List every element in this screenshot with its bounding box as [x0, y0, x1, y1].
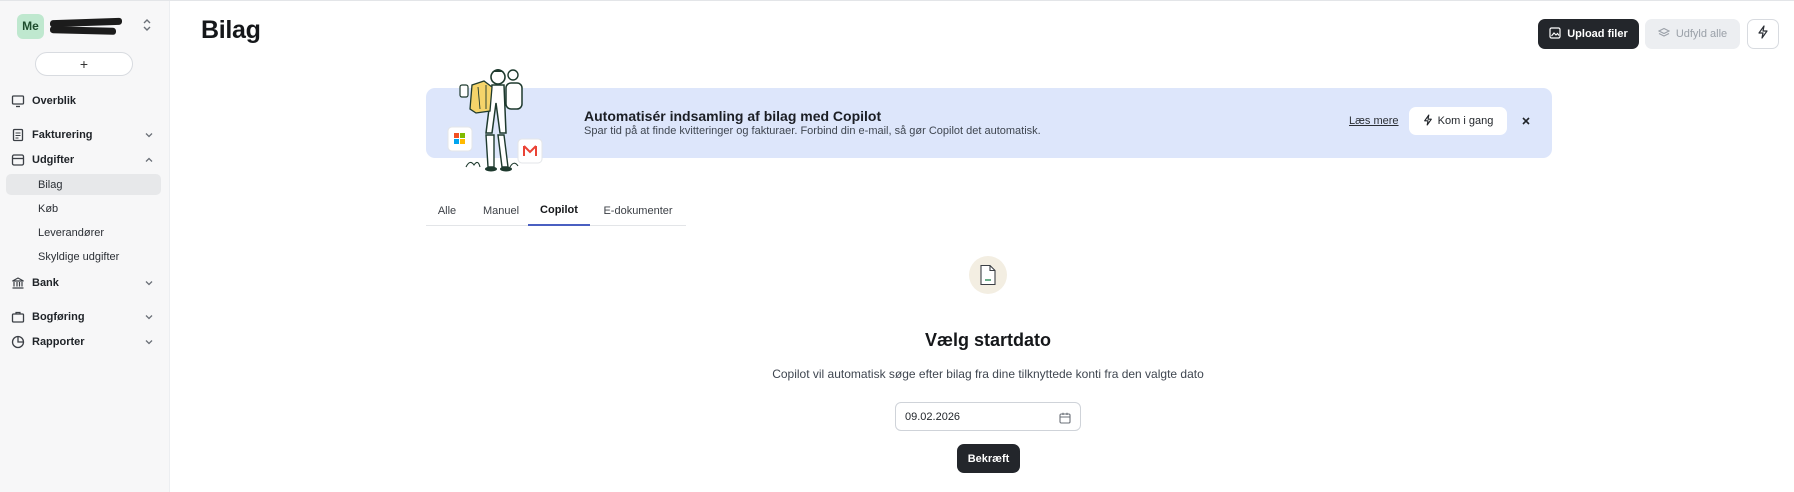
learn-more-link[interactable]: Læs mere: [1349, 115, 1399, 127]
confirm-button[interactable]: Bekræft: [957, 444, 1020, 473]
start-date-input[interactable]: [905, 409, 1055, 425]
fill-all-label: Udfyld alle: [1675, 28, 1728, 40]
briefcase-icon: [11, 310, 25, 324]
empty-state-subtitle: Copilot vil automatisk søge efter bilag …: [772, 367, 1204, 381]
nav-item-bogforing[interactable]: Bogføring: [0, 306, 170, 328]
nav-item-fakturering[interactable]: Fakturering: [0, 124, 170, 146]
tabs: Alle Manuel Copilot E-dokumenter: [426, 196, 686, 226]
tab-alle[interactable]: Alle: [426, 196, 468, 226]
nav-item-label: Fakturering: [32, 129, 93, 141]
sidebar: Me + Overblik Fakturering Udgifter Bilag…: [0, 1, 170, 492]
copilot-banner: Automatisér indsamling af bilag med Copi…: [426, 88, 1552, 158]
layers-icon: [1657, 27, 1671, 42]
image-upload-icon: [1549, 26, 1561, 42]
fill-all-button[interactable]: Udfyld alle: [1645, 19, 1740, 49]
copilot-illustration: [446, 63, 566, 178]
document-icon: [969, 256, 1007, 294]
bolt-icon: [1423, 113, 1433, 129]
nav-item-overblik[interactable]: Overblik: [0, 90, 170, 112]
monitor-icon: [11, 94, 25, 108]
sidebar-item-bilag[interactable]: Bilag: [6, 174, 161, 195]
nav-item-bank[interactable]: Bank: [0, 272, 170, 294]
banner-title: Automatisér indsamling af bilag med Copi…: [584, 108, 882, 124]
sidebar-item-kob[interactable]: Køb: [6, 198, 161, 219]
nav-item-udgifter[interactable]: Udgifter: [0, 149, 170, 171]
nav-item-label: Overblik: [32, 95, 77, 107]
chevron-up-icon: [144, 155, 154, 165]
chevron-down-icon: [144, 312, 154, 322]
bolt-icon: [1757, 24, 1769, 44]
chevron-updown-icon: [140, 18, 154, 34]
nav-item-label: Bogføring: [32, 311, 85, 323]
upload-files-button[interactable]: Upload filer: [1538, 19, 1639, 49]
banner-subtitle: Spar tid på at finde kvitteringer og fak…: [584, 125, 1041, 137]
sidebar-item-label: Køb: [38, 202, 59, 215]
sidebar-item-skyldige-udgifter[interactable]: Skyldige udgifter: [6, 246, 161, 267]
receipt-icon: [11, 153, 25, 167]
org-switcher[interactable]: Me: [17, 13, 154, 39]
empty-state-title: Vælg startdato: [924, 330, 1052, 350]
org-avatar: Me: [17, 13, 44, 39]
sidebar-item-label: Leverandører: [38, 226, 105, 239]
sidebar-item-label: Skyldige udgifter: [38, 250, 120, 263]
chevron-down-icon: [144, 130, 154, 140]
page-title: Bilag: [201, 16, 261, 44]
get-started-label: Kom i gang: [1437, 115, 1494, 127]
copilot-bolt-button[interactable]: [1747, 19, 1779, 49]
add-button[interactable]: +: [35, 52, 133, 76]
upload-files-label: Upload filer: [1567, 28, 1628, 40]
start-date-field[interactable]: [895, 402, 1081, 431]
sidebar-item-leverandorer[interactable]: Leverandører: [6, 222, 161, 243]
nav-item-label: Bank: [32, 277, 59, 289]
get-started-button[interactable]: Kom i gang: [1409, 107, 1507, 135]
chevron-down-icon: [144, 278, 154, 288]
top-border: [0, 0, 1794, 1]
tab-e-dokumenter[interactable]: E-dokumenter: [598, 196, 678, 226]
sidebar-item-label: Bilag: [38, 178, 63, 191]
tab-copilot[interactable]: Copilot: [528, 196, 590, 226]
nav-item-label: Udgifter: [32, 154, 75, 166]
org-name-redacted: [50, 17, 122, 35]
calendar-icon[interactable]: [1059, 411, 1071, 424]
close-icon[interactable]: [1518, 113, 1534, 129]
bank-icon: [11, 276, 25, 290]
document-icon: [11, 128, 25, 142]
tab-manuel[interactable]: Manuel: [478, 196, 524, 226]
